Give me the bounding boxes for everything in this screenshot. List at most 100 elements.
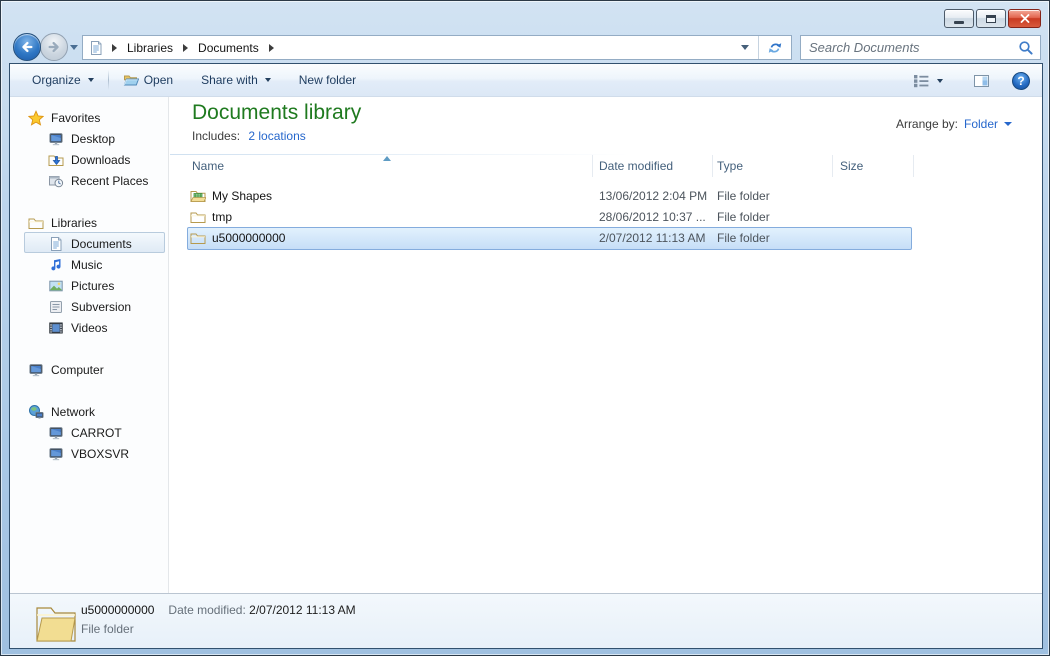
list-view-icon [914, 74, 929, 87]
folder-icon [28, 215, 44, 231]
command-toolbar: Organize Open Share with New folder ? [10, 64, 1042, 97]
sidebar-item-libraries[interactable]: Libraries [28, 212, 97, 233]
star-icon [28, 110, 44, 126]
document-icon [48, 236, 64, 252]
includes-label: Includes: [192, 129, 241, 143]
explorer-content: Organize Open Share with New folder ? Fa… [9, 63, 1043, 649]
column-header-name[interactable]: Name [192, 155, 224, 177]
column-divider[interactable] [913, 155, 914, 177]
sidebar-item-computer[interactable]: Computer [28, 359, 104, 380]
sidebar-label: Network [51, 404, 96, 419]
open-button[interactable]: Open [115, 68, 181, 92]
sidebar-item-vboxsvr[interactable]: VBOXSVR [48, 443, 129, 464]
sidebar-label: Videos [71, 320, 108, 335]
sidebar-item-subversion[interactable]: Subversion [48, 296, 131, 317]
breadcrumb-documents[interactable]: Documents [196, 37, 261, 59]
column-divider[interactable] [712, 155, 713, 177]
sidebar-item-recent-places[interactable]: Recent Places [48, 170, 148, 191]
file-type: File folder [717, 188, 770, 203]
recent-pages-dropdown[interactable] [70, 45, 78, 50]
sidebar-item-videos[interactable]: Videos [48, 317, 107, 338]
file-rows: My Shapes 13/06/2012 2:04 PM File folder… [170, 185, 1042, 250]
music-note-icon [48, 257, 64, 273]
details-date-value: 2/07/2012 11:13 AM [249, 603, 356, 617]
minimize-icon [954, 20, 964, 24]
file-type: File folder [717, 230, 770, 245]
sort-ascending-icon [383, 156, 391, 161]
monitor-icon [48, 131, 64, 147]
chevron-down-icon [264, 78, 271, 82]
chevron-down-icon [937, 78, 943, 83]
sidebar-item-documents[interactable]: Documents [48, 233, 132, 254]
sidebar-label: Music [71, 257, 103, 272]
address-dropdown-icon[interactable] [741, 45, 749, 50]
maximize-button[interactable] [976, 9, 1006, 28]
close-icon [1020, 14, 1029, 23]
table-row-my-shapes[interactable]: My Shapes 13/06/2012 2:04 PM File folder [170, 185, 1042, 206]
search-box[interactable] [800, 35, 1041, 60]
open-label: Open [143, 73, 174, 87]
file-date-modified: 2/07/2012 11:13 AM [599, 230, 706, 245]
help-button[interactable]: ? [1012, 71, 1030, 90]
change-view-button[interactable] [905, 69, 951, 93]
arrange-by[interactable]: Arrange by: Folder [896, 117, 1012, 131]
sidebar-label: CARROT [71, 425, 122, 440]
sidebar-label: Subversion [71, 299, 132, 314]
file-list-pane: Documents library Includes: 2 locations … [170, 97, 1042, 593]
details-file-type: File folder [81, 622, 134, 636]
share-with-label: Share with [201, 73, 258, 87]
sidebar-item-pictures[interactable]: Pictures [48, 275, 114, 296]
details-pane: u5000000000 Date modified: 2/07/2012 11:1… [10, 593, 1042, 648]
sidebar-label: Libraries [51, 215, 98, 230]
locations-link[interactable]: 2 locations [248, 129, 305, 143]
breadcrumb-separator [112, 43, 117, 52]
column-divider[interactable] [832, 155, 833, 177]
network-globe-icon [28, 404, 44, 420]
picture-icon [48, 278, 64, 294]
column-header-type[interactable]: Type [717, 155, 743, 177]
new-folder-label: New folder [298, 73, 357, 87]
header-divider [170, 154, 630, 155]
chevron-down-icon [1004, 122, 1012, 126]
network-computer-icon [48, 425, 64, 441]
search-input[interactable] [809, 40, 1018, 55]
refresh-button[interactable] [758, 36, 791, 59]
sidebar-item-network[interactable]: Network [28, 401, 95, 422]
column-header-size[interactable]: Size [840, 155, 863, 177]
network-computer-icon [48, 446, 64, 462]
file-name: My Shapes [212, 188, 273, 203]
arrange-by-label: Arrange by: [895, 117, 958, 131]
column-header-date-modified[interactable]: Date modified [599, 155, 673, 177]
organize-button[interactable]: Organize [24, 69, 102, 91]
sidebar-label: Computer [51, 362, 104, 377]
column-divider[interactable] [592, 155, 593, 177]
organize-label: Organize [32, 73, 81, 87]
new-folder-button[interactable]: New folder [291, 69, 364, 91]
open-folder-icon [123, 72, 139, 88]
forward-button[interactable] [40, 33, 68, 61]
selected-folder-icon [32, 598, 80, 646]
file-date-modified: 28/06/2012 10:37 ... [599, 209, 706, 224]
table-row-u5000000000-selected[interactable]: u5000000000 2/07/2012 11:13 AM File fold… [170, 227, 1042, 250]
file-name: u5000000000 [212, 230, 286, 245]
preview-pane-icon [974, 74, 989, 87]
arrange-by-value[interactable]: Folder [964, 117, 998, 131]
folder-icon [190, 230, 206, 246]
sidebar-item-desktop[interactable]: Desktop [48, 128, 115, 149]
back-button[interactable] [13, 33, 41, 61]
sidebar-item-favorites[interactable]: Favorites [28, 107, 100, 128]
minimize-button[interactable] [944, 9, 974, 28]
sidebar-item-music[interactable]: Music [48, 254, 102, 275]
address-bar[interactable]: Libraries Documents [82, 35, 792, 60]
sidebar-label: Documents [71, 236, 132, 251]
search-icon[interactable] [1018, 40, 1034, 56]
preview-pane-button[interactable] [965, 69, 998, 93]
table-row-tmp[interactable]: tmp 28/06/2012 10:37 ... File folder [170, 206, 1042, 227]
close-button[interactable] [1008, 9, 1041, 28]
forward-arrow-icon [48, 41, 59, 53]
breadcrumb-libraries[interactable]: Libraries [125, 37, 175, 59]
sidebar-item-downloads[interactable]: Downloads [48, 149, 130, 170]
share-with-button[interactable]: Share with [193, 69, 279, 91]
library-title: Documents library [192, 101, 362, 124]
sidebar-item-carrot[interactable]: CARROT [48, 422, 122, 443]
